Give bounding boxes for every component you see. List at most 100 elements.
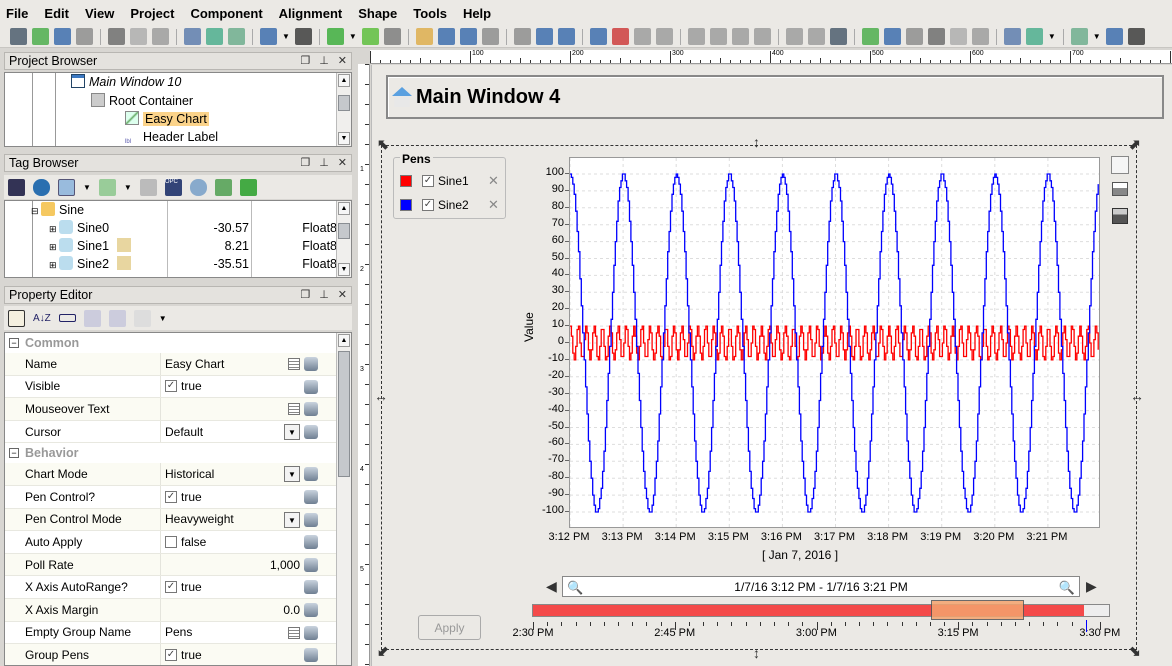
binding-icon[interactable] [304, 402, 318, 417]
binding-icon[interactable] [304, 580, 318, 595]
resize-n-handle[interactable]: ↕ [753, 134, 760, 150]
tree-item-easy-chart[interactable]: Easy Chart [125, 110, 209, 128]
disconnect-icon[interactable] [184, 28, 201, 45]
dropdown-button[interactable]: ▼ [284, 511, 300, 528]
align-bottom-edge-icon[interactable] [971, 28, 989, 45]
remove-pen-icon[interactable]: ✕ [488, 197, 499, 213]
sort-az-icon[interactable]: A↓Z [33, 313, 51, 324]
distribute-h-icon[interactable] [1003, 28, 1021, 45]
edit-text-icon[interactable] [288, 358, 300, 370]
align-center-icon[interactable] [883, 28, 901, 45]
add-tag-icon[interactable] [98, 178, 116, 196]
scrollbar[interactable]: ▲ ▼ [336, 73, 351, 146]
preview-comm-icon[interactable] [206, 28, 223, 45]
binding-icon[interactable] [304, 467, 318, 482]
rotate-right-icon[interactable] [753, 28, 771, 45]
binoculars-icon[interactable] [8, 178, 25, 196]
tag-icon[interactable] [139, 178, 157, 196]
dropdown-icon[interactable]: ▼ [83, 183, 91, 192]
settings-icon[interactable] [361, 28, 379, 45]
edit-text-icon[interactable] [288, 626, 300, 639]
zoom-extents-button[interactable] [1111, 156, 1129, 174]
print-icon[interactable] [1112, 182, 1128, 196]
tag-row[interactable]: ⊞ Sine1 8.21 Float8 [5, 237, 337, 255]
pen-color-swatch[interactable] [400, 199, 412, 211]
pen-checkbox[interactable]: ✓ [422, 175, 434, 187]
zoom-in-icon[interactable] [513, 28, 531, 45]
import-icon[interactable] [239, 178, 257, 196]
checkbox[interactable]: ✓ [165, 490, 177, 503]
space-icon[interactable] [1070, 28, 1088, 45]
remove-pen-icon[interactable]: ✕ [488, 173, 499, 189]
binding-icon[interactable] [304, 379, 318, 394]
resize-se-handle[interactable]: ⬊ [1129, 643, 1141, 660]
resize-ne-handle[interactable]: ⬈ [1129, 136, 1141, 153]
run-icon[interactable] [294, 28, 312, 45]
new-window-icon[interactable] [260, 28, 277, 45]
property-value[interactable]: ✓ true [161, 576, 336, 598]
dropdown-button[interactable]: ▼ [284, 423, 300, 440]
menu-view[interactable]: View [85, 6, 114, 21]
checkbox[interactable] [165, 535, 177, 548]
fit-icon[interactable] [415, 28, 433, 45]
timeline-selection-handle[interactable] [931, 600, 1024, 620]
pen-checkbox[interactable]: ✓ [422, 199, 434, 211]
property-group-behavior[interactable]: − Behavior [5, 443, 336, 464]
binding-icon[interactable] [304, 512, 318, 527]
property-row[interactable]: Group Pens ✓ true [5, 644, 336, 665]
rotate-left-icon[interactable] [731, 28, 749, 45]
zoom-in-icon[interactable]: 🔍 [1059, 578, 1075, 598]
property-value[interactable]: Default ▼ [161, 421, 336, 443]
dropdown-icon[interactable]: ▼ [124, 183, 132, 192]
table-edit-icon[interactable] [58, 178, 75, 196]
property-value[interactable]: ✓ true [161, 644, 336, 665]
text-field-icon[interactable] [58, 314, 76, 322]
pin-icon[interactable]: ⊥ [319, 156, 329, 170]
read-write-icon[interactable] [228, 28, 245, 45]
property-value[interactable]: false [161, 531, 336, 553]
ungroup-icon[interactable] [481, 28, 499, 45]
height-icon[interactable] [1127, 28, 1145, 45]
align-right-edge-icon[interactable] [905, 28, 923, 45]
property-row[interactable]: Name Easy Chart [5, 353, 336, 376]
property-row[interactable]: X Axis Margin 0.0 [5, 598, 336, 622]
opc-icon[interactable]: OPC [164, 178, 182, 196]
align-middle-icon[interactable] [949, 28, 967, 45]
redo-icon[interactable] [76, 28, 93, 45]
apply-button[interactable]: Apply [418, 615, 481, 640]
close-icon[interactable]: ✕ [338, 288, 347, 302]
checkbox[interactable]: ✓ [165, 380, 177, 393]
checkbox[interactable]: ✓ [165, 581, 177, 594]
tree-item-header-label[interactable]: lbl Header Label [125, 128, 218, 146]
binding-icon[interactable] [304, 535, 318, 550]
edit-text-icon[interactable] [288, 403, 300, 416]
binding-icon[interactable] [304, 424, 318, 439]
save-icon[interactable] [10, 28, 27, 45]
collapse-icon[interactable]: − [9, 338, 19, 348]
property-row[interactable]: Pen Control Mode Heavyweight ▼ [5, 508, 336, 532]
align-bottom-icon[interactable] [633, 28, 651, 45]
align-right-icon[interactable] [655, 28, 673, 45]
align-left-edge-icon[interactable] [861, 28, 879, 45]
binding-icon[interactable] [304, 648, 318, 663]
tag-row[interactable]: ⊞ Sine2 -35.51 Float8 [5, 255, 337, 273]
binding-icon[interactable] [304, 625, 318, 640]
tree-item-root-container[interactable]: Root Container [91, 92, 193, 110]
property-row[interactable]: Pen Control? ✓ true [5, 485, 336, 509]
binding-icon[interactable] [304, 489, 318, 504]
shape-difference-icon[interactable] [807, 28, 825, 45]
float-icon[interactable]: ❐ [300, 54, 310, 68]
menu-edit[interactable]: Edit [44, 6, 69, 21]
float-icon[interactable]: ❐ [300, 156, 310, 170]
property-row[interactable]: Cursor Default ▼ [5, 420, 336, 444]
export-icon[interactable] [214, 178, 232, 196]
menu-tools[interactable]: Tools [413, 6, 447, 21]
property-group-common[interactable]: − Common [5, 333, 336, 353]
menu-alignment[interactable]: Alignment [279, 6, 343, 21]
scrollbar[interactable]: ▲ ▼ [336, 201, 351, 277]
resize-nw-handle[interactable]: ⬉ [377, 136, 389, 153]
flip-h-icon[interactable] [687, 28, 705, 45]
refresh-tags-icon[interactable] [33, 178, 50, 196]
property-row[interactable]: Poll Rate 1,000 [5, 553, 336, 577]
plot-area[interactable] [569, 157, 1100, 528]
